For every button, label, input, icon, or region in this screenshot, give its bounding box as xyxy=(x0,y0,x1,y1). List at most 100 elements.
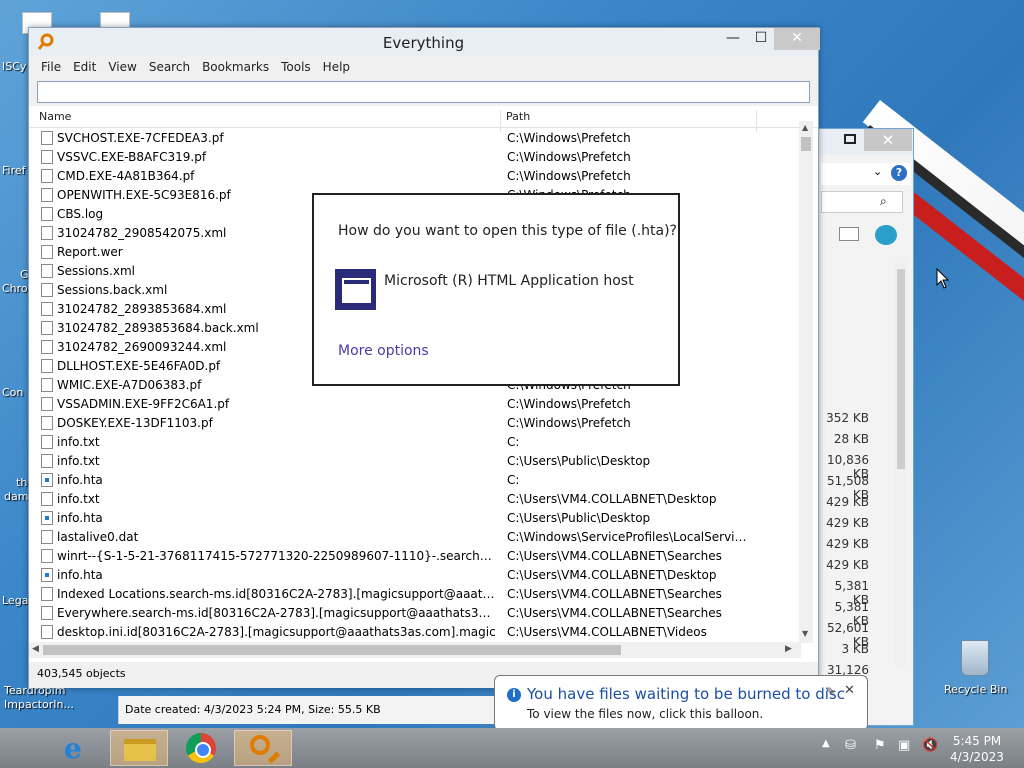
scrollbar-thumb[interactable] xyxy=(897,269,905,469)
chevron-down-icon[interactable]: ⌄ xyxy=(873,165,882,178)
row-path: C: xyxy=(507,435,520,449)
scrollbar-thumb[interactable] xyxy=(801,137,811,151)
table-row[interactable]: lastalive0.dat C:\Windows\ServiceProfiles… xyxy=(29,528,801,547)
menu-tools[interactable]: Tools xyxy=(275,60,317,74)
menu-view[interactable]: View xyxy=(102,60,142,74)
taskbar-chrome[interactable] xyxy=(172,730,230,766)
table-row[interactable]: info.txt C:\Users\VM4.COLLABNET\Desktop xyxy=(29,490,801,509)
balloon-text: To view the files now, click this balloo… xyxy=(527,707,764,721)
background-window-titlebar[interactable]: ✕ xyxy=(819,129,913,155)
taskbar-file-explorer[interactable] xyxy=(110,730,168,766)
scroll-left-icon[interactable]: ◀ xyxy=(32,644,39,654)
scrollbar-thumb[interactable] xyxy=(43,645,621,655)
menu-search[interactable]: Search xyxy=(143,60,196,74)
row-name: CMD.EXE-4A81B364.pf xyxy=(57,169,195,183)
scroll-down-icon[interactable]: ▼ xyxy=(802,629,808,638)
table-row[interactable]: VSSVC.EXE-B8AFC319.pf C:\Windows\Prefetch xyxy=(29,148,801,167)
search-input[interactable] xyxy=(37,81,810,103)
row-path: C:\Windows\Prefetch xyxy=(507,169,631,183)
sync-icon[interactable] xyxy=(875,225,897,245)
balloon-close-icon[interactable]: ✕ xyxy=(844,683,855,698)
table-row[interactable]: VSSADMIN.EXE-9FF2C6A1.pf C:\Windows\Prefe… xyxy=(29,395,801,414)
minimize-button[interactable]: — xyxy=(719,28,747,50)
desktop-label[interactable]: Lega xyxy=(2,594,28,607)
dialog-app-option[interactable]: Microsoft (R) HTML Application host xyxy=(384,273,634,289)
help-icon[interactable]: ? xyxy=(891,165,907,181)
file-icon xyxy=(41,549,53,563)
application-window-icon[interactable] xyxy=(335,269,376,310)
horizontal-scrollbar[interactable]: ◀ ▶ xyxy=(29,642,801,658)
action-center-flag-icon[interactable]: ⚑ xyxy=(874,738,886,753)
taskbar-internet-explorer[interactable]: e xyxy=(50,730,108,766)
everything-search-icon xyxy=(250,735,270,755)
table-row[interactable]: info.txt C: xyxy=(29,433,801,452)
desktop-label[interactable]: ISCy xyxy=(2,60,26,73)
row-name: info.hta xyxy=(57,473,103,487)
table-row[interactable]: Everywhere.search-ms.id[80316C2A-2783].[… xyxy=(29,604,801,623)
row-name: info.txt xyxy=(57,435,100,449)
maximize-icon[interactable] xyxy=(844,134,856,144)
table-row[interactable]: desktop.ini.id[80316C2A-2783].[magicsupp… xyxy=(29,623,801,642)
table-row[interactable]: SVCHOST.EXE-7CFEDEA3.pf C:\Windows\Prefet… xyxy=(29,129,801,148)
maximize-button[interactable]: ☐ xyxy=(747,28,775,50)
table-row[interactable]: info.hta C: xyxy=(29,471,801,490)
background-window-search[interactable]: ⌕ xyxy=(821,191,903,213)
titlebar[interactable]: Everything — ☐ ✕ xyxy=(29,28,820,56)
table-row[interactable]: DOSKEY.EXE-13DF1103.pf C:\Windows\Prefetc… xyxy=(29,414,801,433)
scroll-up-icon[interactable]: ▲ xyxy=(802,123,808,132)
desktop-label[interactable]: Firef xyxy=(2,164,26,177)
file-size: 429 KB xyxy=(826,537,869,551)
burn-disc-icon[interactable]: ⛁ xyxy=(845,738,856,753)
table-row[interactable]: winrt--{S-1-5-21-3768117415-572771320-22… xyxy=(29,547,801,566)
menu-edit[interactable]: Edit xyxy=(67,60,102,74)
row-path: C:\Users\VM4.COLLABNET\Searches xyxy=(507,549,722,563)
desktop-label[interactable]: Chro xyxy=(2,282,28,295)
close-button[interactable]: ✕ xyxy=(774,28,820,50)
column-header: Name Path xyxy=(29,106,818,132)
table-row[interactable]: CMD.EXE-4A81B364.pf C:\Windows\Prefetch xyxy=(29,167,801,186)
volume-muted-icon[interactable]: 🔇 xyxy=(922,738,938,753)
menu-help[interactable]: Help xyxy=(317,60,356,74)
column-name-header[interactable]: Name xyxy=(39,110,71,123)
scrollbar[interactable] xyxy=(895,257,907,667)
desktop-label[interactable]: th xyxy=(16,476,27,489)
mouse-cursor-icon xyxy=(936,268,950,289)
desktop-label[interactable]: Con xyxy=(2,386,23,399)
file-icon xyxy=(41,435,53,449)
recycle-bin-icon[interactable] xyxy=(955,632,995,678)
row-name: VSSVC.EXE-B8AFC319.pf xyxy=(57,150,207,164)
file-icon xyxy=(41,207,53,221)
table-row[interactable]: info.hta C:\Users\Public\Desktop xyxy=(29,509,801,528)
menu-bookmarks[interactable]: Bookmarks xyxy=(196,60,275,74)
row-path: C:\Windows\Prefetch xyxy=(507,150,631,164)
pin-icon[interactable]: ✎ xyxy=(826,685,836,699)
desktop-label[interactable]: dam xyxy=(4,490,28,503)
background-window-address[interactable]: ⌄ ? xyxy=(821,163,911,185)
row-path: C:\Windows\Prefetch xyxy=(507,131,631,145)
table-row[interactable]: Indexed Locations.search-ms.id[80316C2A-… xyxy=(29,585,801,604)
file-icon xyxy=(41,397,53,411)
preview-pane-icon[interactable] xyxy=(839,227,859,241)
more-options-link[interactable]: More options xyxy=(338,343,429,359)
notification-balloon[interactable]: i You have files waiting to be burned to… xyxy=(494,675,868,731)
open-with-dialog[interactable]: How do you want to open this type of fil… xyxy=(312,193,680,386)
table-row[interactable]: info.txt C:\Users\Public\Desktop xyxy=(29,452,801,471)
table-row[interactable]: info.hta C:\Users\VM4.COLLABNET\Desktop xyxy=(29,566,801,585)
show-hidden-icons[interactable]: ▲ xyxy=(822,738,830,749)
scroll-right-icon[interactable]: ▶ xyxy=(785,644,792,654)
background-window[interactable]: ✕ ⌄ ? ⌕ 352 KB 28 KB 10,836 KB 51,508 KB… xyxy=(818,128,914,726)
row-path: C:\Users\VM4.COLLABNET\Desktop xyxy=(507,568,717,582)
clock[interactable]: 5:45 PM 4/3/2023 xyxy=(942,733,1012,765)
file-icon xyxy=(41,188,53,202)
taskbar-everything[interactable] xyxy=(234,730,292,766)
vertical-scrollbar[interactable]: ▲ ▼ xyxy=(799,121,813,643)
network-icon[interactable]: ▣ xyxy=(898,738,910,753)
desktop-label[interactable]: ImpactorIn... xyxy=(4,698,74,711)
close-button[interactable]: ✕ xyxy=(864,129,912,151)
hta-file-icon xyxy=(41,568,53,582)
recycle-bin-label[interactable]: Recycle Bin xyxy=(944,683,1007,696)
menu-file[interactable]: File xyxy=(35,60,67,74)
file-icon xyxy=(41,454,53,468)
row-name: lastalive0.dat xyxy=(57,530,139,544)
column-path-header[interactable]: Path xyxy=(506,110,530,123)
